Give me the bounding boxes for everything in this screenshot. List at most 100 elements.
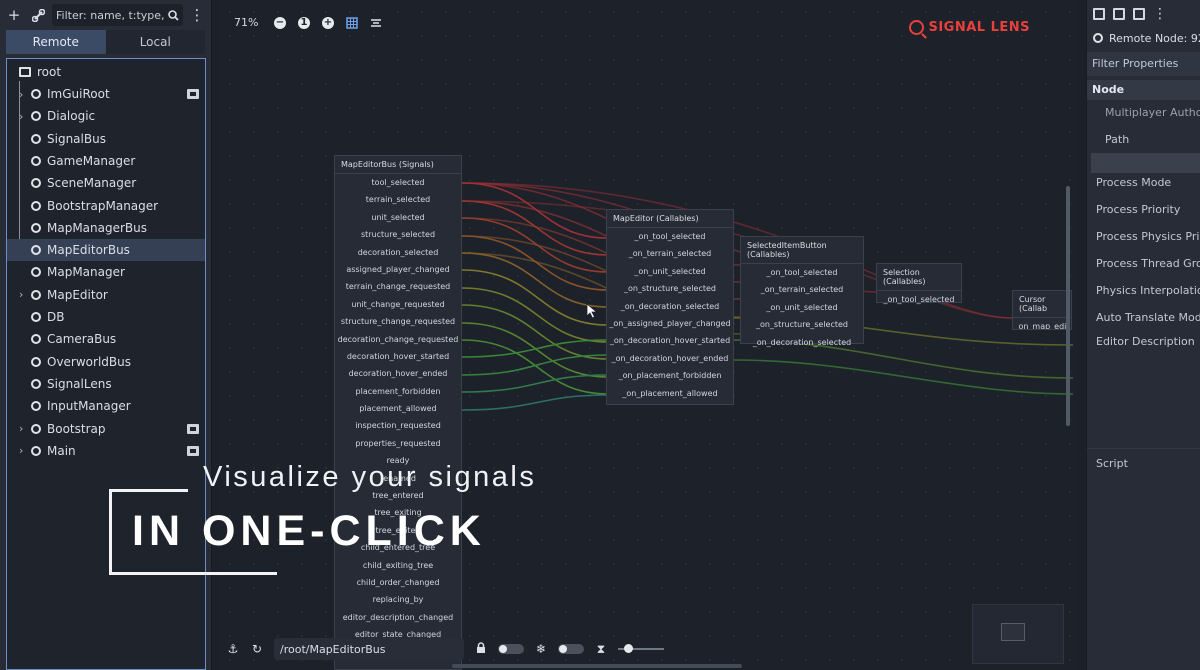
tree-item[interactable]: › Dialogic: [7, 105, 205, 127]
node-port[interactable]: decoration_hover_ended: [335, 365, 461, 382]
expand-chevron-icon[interactable]: ›: [19, 444, 23, 457]
node-port[interactable]: structure_change_requested: [335, 313, 461, 330]
hourglass-icon[interactable]: ⧗: [594, 642, 608, 657]
scene-instance-icon[interactable]: [187, 445, 199, 456]
node-cursor-callables[interactable]: Cursor (Callab _on_map_edit: [1012, 290, 1072, 330]
prop-path[interactable]: Path: [1105, 133, 1129, 146]
tree-item[interactable]: BootstrapManager: [7, 195, 205, 217]
more-options-icon[interactable]: ⋮: [1153, 6, 1167, 22]
tree-item[interactable]: › Bootstrap: [7, 418, 205, 440]
graph-minimap[interactable]: [972, 604, 1064, 664]
node-port[interactable]: _on_map_edit: [1013, 318, 1071, 329]
expand-chevron-icon[interactable]: ›: [19, 88, 23, 101]
tree-item[interactable]: SignalLens: [7, 373, 205, 395]
prop-script[interactable]: Script: [1096, 457, 1128, 470]
node-port[interactable]: _on_decoration_selected: [607, 298, 733, 315]
node-port[interactable]: _on_tool_selected: [741, 264, 863, 281]
node-port[interactable]: editor_description_changed: [335, 609, 461, 626]
tree-item[interactable]: MapEditorBus: [7, 239, 205, 262]
anchor-icon[interactable]: ⚓: [226, 642, 240, 656]
node-port[interactable]: replacing_by: [335, 591, 461, 608]
prop-physics-interpolation[interactable]: Physics Interpolatio: [1096, 284, 1200, 297]
node-section-header[interactable]: Node: [1087, 80, 1200, 100]
tree-item[interactable]: SceneManager: [7, 172, 205, 194]
node-port[interactable]: _on_placement_allowed: [607, 385, 733, 402]
prop-multiplayer-authority[interactable]: Multiplayer Authori: [1105, 106, 1200, 119]
prop-process-mode[interactable]: Process Mode: [1096, 176, 1171, 189]
tree-item[interactable]: › Main: [7, 440, 205, 462]
scene-instance-icon[interactable]: [187, 423, 199, 434]
path-value-field[interactable]: [1091, 153, 1200, 173]
layout-icon[interactable]: [370, 17, 382, 29]
tree-item[interactable]: GameManager: [7, 150, 205, 172]
node-port[interactable]: placement_forbidden: [335, 383, 461, 400]
node-mapeditorbus-signals[interactable]: MapEditorBus (Signals) tool_selected terr…: [334, 155, 462, 670]
grid-snap-icon[interactable]: [346, 16, 358, 29]
scene-filter-field[interactable]: [52, 4, 183, 26]
node-port[interactable]: _on_unit_selected: [607, 263, 733, 280]
node-port[interactable]: _on_placement_forbidden: [607, 367, 733, 384]
filter-properties-input[interactable]: Filter Properties: [1087, 52, 1200, 76]
node-port[interactable]: inspection_requested: [335, 417, 461, 434]
zoom-out-icon[interactable]: −: [274, 16, 286, 29]
node-port[interactable]: _on_tool_selected: [877, 291, 961, 308]
tree-item[interactable]: CameraBus: [7, 328, 205, 350]
vertical-scrollbar[interactable]: [1066, 186, 1070, 426]
prop-editor-description[interactable]: Editor Description: [1096, 335, 1195, 348]
prop-process-thread-group[interactable]: Process Thread Grou: [1096, 257, 1200, 270]
node-port[interactable]: structure_selected: [335, 226, 461, 243]
node-port[interactable]: _on_decoration_hover_started: [607, 332, 733, 349]
node-port[interactable]: _on_decoration_hover_ended: [607, 350, 733, 367]
node-port[interactable]: unit_selected: [335, 209, 461, 226]
signal-graph-view[interactable]: 71% − 1 + SIGNAL LENS MapEditorBus (Sign…: [218, 0, 1078, 670]
node-port[interactable]: _on_unit_selected: [741, 299, 863, 316]
tree-item-root[interactable]: root: [7, 61, 205, 83]
node-mapeditor-callables[interactable]: MapEditor (Callables) _on_tool_selected _…: [606, 209, 734, 405]
node-path-field[interactable]: /root/MapEditorBus: [274, 638, 464, 660]
tree-item[interactable]: › ImGuiRoot: [7, 83, 205, 105]
node-port[interactable]: _on_structure_selected: [607, 280, 733, 297]
node-port[interactable]: tool_selected: [335, 174, 461, 191]
zoom-in-icon[interactable]: +: [322, 16, 334, 29]
node-port[interactable]: _on_tool_selected: [607, 228, 733, 245]
node-port[interactable]: assigned_player_changed: [335, 261, 461, 278]
tree-item[interactable]: MapManagerBus: [7, 217, 205, 239]
link-icon[interactable]: [28, 5, 48, 25]
new-resource-icon[interactable]: [1093, 8, 1105, 20]
node-port[interactable]: decoration_selected: [335, 244, 461, 261]
node-port[interactable]: terrain_change_requested: [335, 278, 461, 295]
minimap-viewport[interactable]: [1001, 623, 1025, 641]
node-selecteditembutton-callables[interactable]: SelectedItemButton (Callables) _on_tool_…: [740, 236, 864, 347]
tree-item[interactable]: DB: [7, 306, 205, 328]
node-port[interactable]: decoration_change_requested: [335, 331, 461, 348]
tree-item[interactable]: OverworldBus: [7, 351, 205, 373]
snowflake-icon[interactable]: ❄: [534, 642, 548, 656]
node-port[interactable]: terrain_selected: [335, 191, 461, 208]
node-port[interactable]: _on_terrain_selected: [741, 281, 863, 298]
node-port[interactable]: _on_decoration_selected: [741, 334, 863, 351]
horizontal-scrollbar[interactable]: [452, 664, 742, 668]
prop-auto-translate-mode[interactable]: Auto Translate Mode: [1096, 311, 1200, 324]
scene-filter-input[interactable]: [56, 8, 164, 22]
node-selection-callables[interactable]: Selection (Callables) _on_tool_selected: [876, 263, 962, 304]
node-port[interactable]: unit_change_requested: [335, 296, 461, 313]
node-port[interactable]: _on_terrain_selected: [607, 245, 733, 262]
zoom-reset-icon[interactable]: 1: [298, 16, 310, 29]
refresh-icon[interactable]: ↻: [250, 642, 264, 656]
tab-remote[interactable]: Remote: [6, 30, 106, 54]
expand-chevron-icon[interactable]: ›: [19, 288, 23, 301]
save-icon[interactable]: [1133, 8, 1145, 20]
node-port[interactable]: child_order_changed: [335, 574, 461, 591]
expand-chevron-icon[interactable]: ›: [19, 110, 23, 123]
freeze-toggle[interactable]: [558, 644, 584, 654]
tree-item[interactable]: SignalBus: [7, 128, 205, 150]
lock-toggle[interactable]: [498, 644, 524, 654]
lock-icon[interactable]: [474, 641, 488, 657]
more-options-icon[interactable]: ⋮: [187, 5, 207, 25]
tab-local[interactable]: Local: [105, 30, 205, 54]
prop-process-physics-priority[interactable]: Process Physics Pric: [1096, 230, 1200, 243]
add-node-icon[interactable]: +: [4, 5, 24, 25]
scene-instance-icon[interactable]: [187, 89, 199, 99]
tree-item[interactable]: MapManager: [7, 261, 205, 283]
search-icon[interactable]: [168, 9, 179, 21]
